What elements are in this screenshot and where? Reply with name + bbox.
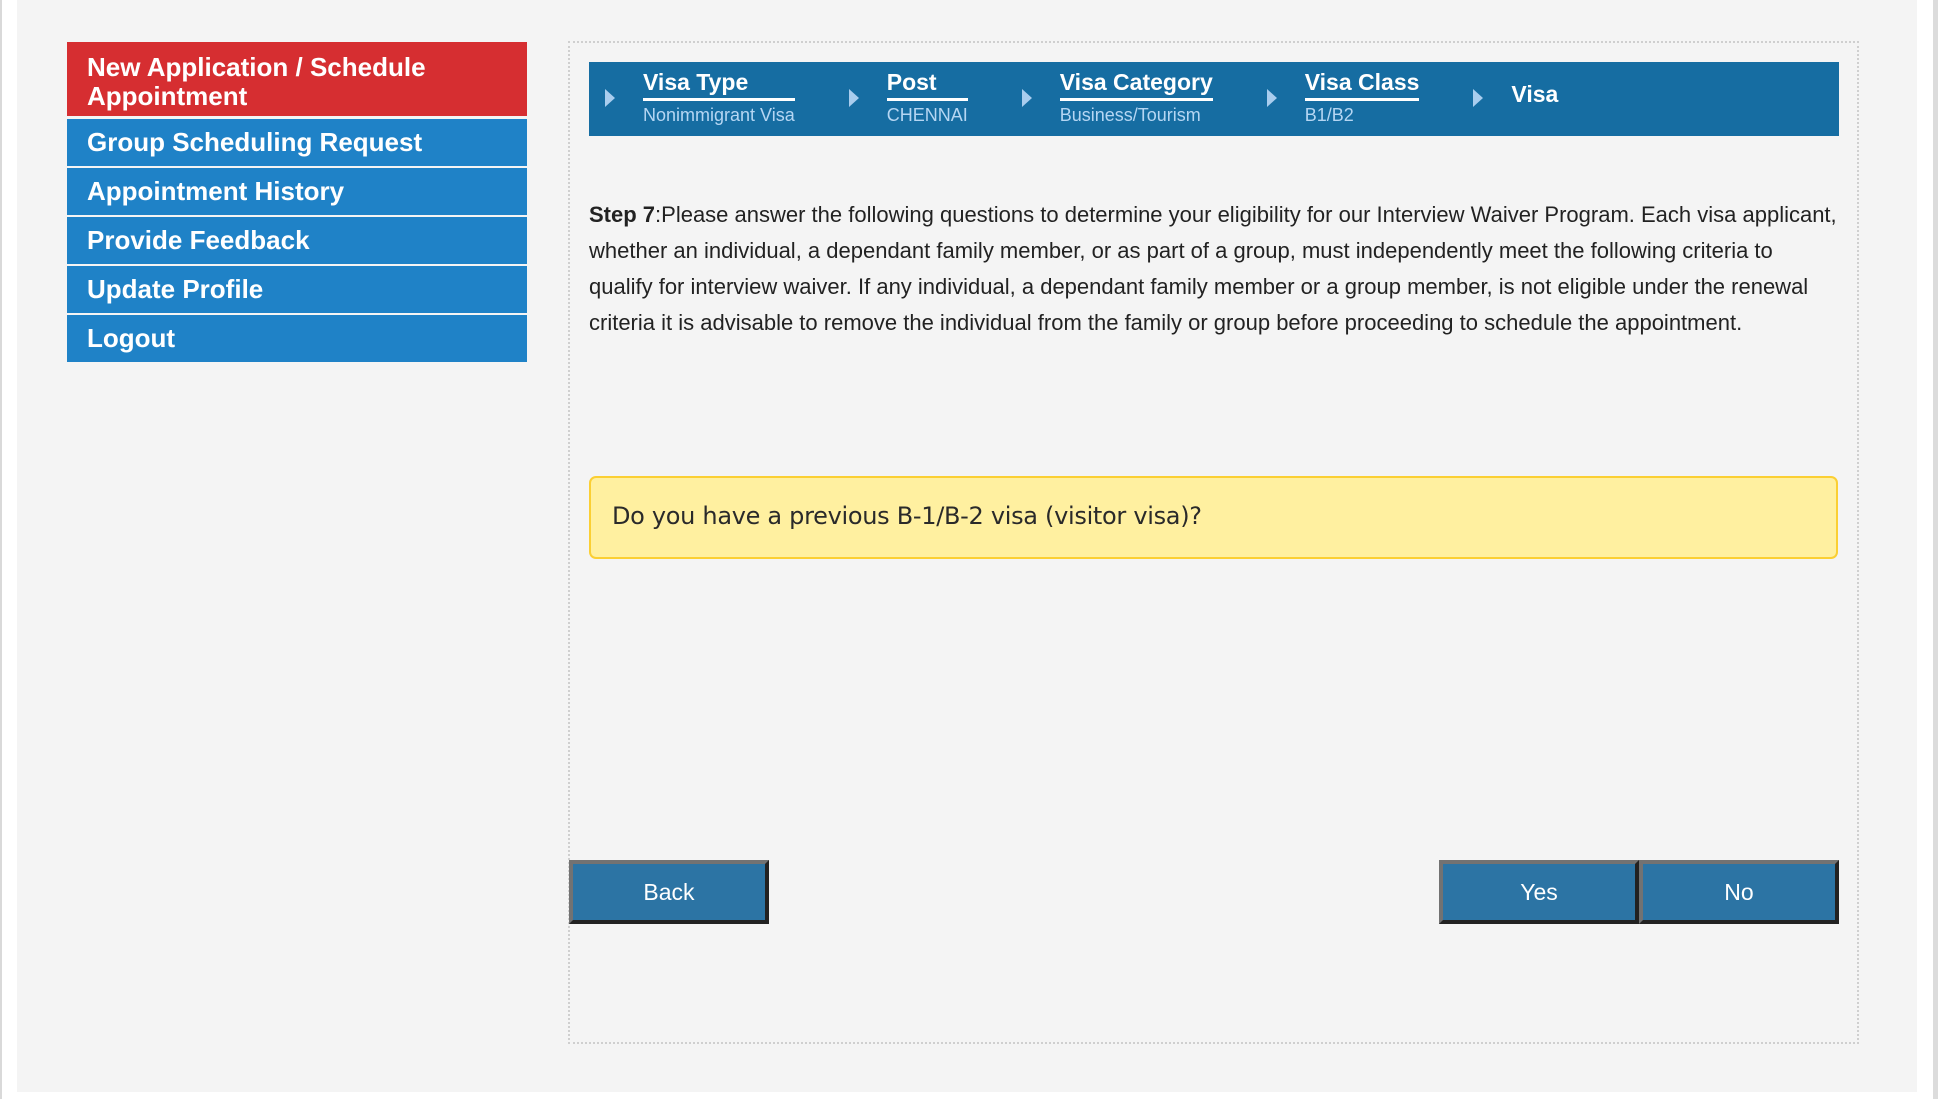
breadcrumb-title: Visa [1511,81,1559,107]
breadcrumb-title: Post [886,69,968,101]
step-instructions: Step 7:Please answer the following quest… [589,197,1839,341]
chevron-right-icon [848,89,859,107]
question-text: Do you have a previous B-1/B-2 visa (vis… [612,502,1202,530]
chevron-right-icon [1021,89,1032,107]
breadcrumb-visa-category[interactable]: Visa Category Business/Tourism [1059,62,1213,126]
step-label: Step 7 [589,202,656,227]
sidebar-item-appointment-history[interactable]: Appointment History [67,168,527,215]
sidebar-item-update-profile[interactable]: Update Profile [67,266,527,313]
breadcrumb-value: Business/Tourism [1059,105,1201,125]
breadcrumb: Visa Type Nonimmigrant Visa Post CHENNAI… [589,62,1839,136]
breadcrumb-value: Nonimmigrant Visa [643,105,795,125]
sidebar-item-logout[interactable]: Logout [67,315,527,362]
breadcrumb-visa: Visa [1511,62,1558,110]
sidebar-item-group-scheduling[interactable]: Group Scheduling Request [67,119,527,166]
breadcrumb-visa-class[interactable]: Visa Class B1/B2 [1304,62,1420,126]
sidebar-item-new-application[interactable]: New Application / Schedule Appointment [67,42,527,116]
breadcrumb-title: Visa Type [643,69,795,101]
step-description: :Please answer the following questions t… [589,202,1837,335]
no-button[interactable]: No [1639,860,1839,924]
breadcrumb-post[interactable]: Post CHENNAI [886,62,968,126]
window-edge [0,0,2,1099]
breadcrumb-value: B1/B2 [1304,105,1354,125]
breadcrumb-value: CHENNAI [886,105,968,125]
yes-button[interactable]: Yes [1439,860,1639,924]
chevron-right-icon [1266,89,1277,107]
breadcrumb-visa-type[interactable]: Visa Type Nonimmigrant Visa [643,62,795,126]
scrollbar[interactable] [1933,0,1938,1099]
breadcrumb-title: Visa Category [1059,69,1213,101]
back-button[interactable]: Back [569,860,769,924]
breadcrumb-title: Visa Class [1304,69,1420,101]
chevron-right-icon [605,89,615,107]
question-box: Do you have a previous B-1/B-2 visa (vis… [589,476,1838,559]
chevron-right-icon [1473,89,1484,107]
sidebar-nav: New Application / Schedule Appointment G… [67,42,527,364]
sidebar-item-provide-feedback[interactable]: Provide Feedback [67,217,527,264]
